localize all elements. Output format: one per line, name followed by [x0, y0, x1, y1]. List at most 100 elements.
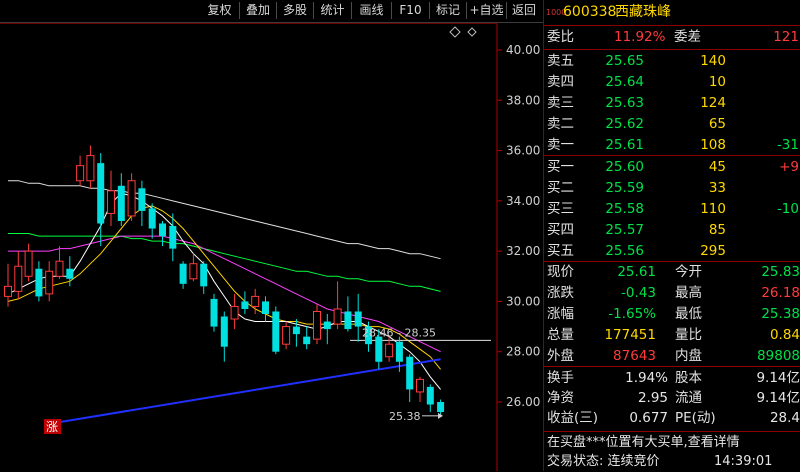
stat-value: 0.84 — [769, 327, 800, 343]
overlay-button[interactable]: 叠加 — [240, 2, 277, 19]
y-tick-label: 32.00 — [506, 244, 540, 258]
candle-body-up — [86, 155, 95, 182]
level-volume: 45 — [708, 159, 726, 175]
candle-body-up — [282, 326, 291, 345]
back-button[interactable]: 返回 — [507, 2, 541, 19]
candle-body-down — [375, 336, 383, 362]
level-price: 25.61 — [605, 137, 644, 153]
ma30-line — [8, 233, 441, 292]
stat-label: 外盘 — [547, 348, 574, 364]
level-volume: 124 — [700, 95, 726, 111]
notice-row[interactable]: 在买盘***位置有大买单,查看详情 — [544, 432, 800, 453]
stat-value: 25.83 — [761, 264, 800, 280]
candle-body-up — [230, 305, 239, 320]
candle-body-down — [426, 386, 434, 405]
level-change — [749, 241, 799, 262]
stat-label: 涨幅 — [547, 306, 574, 322]
divider — [544, 366, 800, 367]
kline-chart-svg[interactable]: 40.00 38.00 36.00 34.00 32.00 30.00 28.00 26.00… — [0, 23, 543, 471]
restore-rights-button[interactable]: 复权 — [200, 2, 240, 19]
level-change — [749, 114, 799, 135]
level-change — [749, 93, 799, 114]
candle-body-up — [76, 165, 85, 182]
candle-body-up — [4, 285, 12, 297]
chart-toolbar: 复权 叠加 多股 统计 画线 F10 标记 +自选 返回 — [0, 0, 543, 23]
level-change — [749, 72, 799, 93]
kline-chart[interactable]: 40.00 38.00 36.00 34.00 32.00 30.00 28.00 26.00… — [0, 23, 543, 471]
fund-label: PE(动) — [675, 410, 716, 426]
y-tick-label: 34.00 — [506, 194, 540, 208]
candle-body-up — [313, 310, 321, 340]
level-label: 买五 — [547, 243, 574, 259]
sell-level-row: 卖一 25.61 108 -31 — [544, 135, 800, 156]
level-label: 买三 — [547, 201, 574, 217]
level-label: 买一 — [547, 159, 574, 175]
statistics-button[interactable]: 统计 — [314, 2, 352, 19]
stat-value: 25.61 — [617, 264, 656, 280]
stat-label: 现价 — [547, 264, 574, 280]
candle-body-down — [406, 356, 414, 390]
y-tick-label: 30.00 — [506, 294, 540, 308]
fund-label: 股本 — [675, 370, 702, 386]
f10-button[interactable]: F10 — [392, 2, 430, 19]
big-order-notice[interactable]: 在买盘***位置有大买单,查看详情 — [547, 432, 740, 453]
candle-body-down — [97, 163, 105, 224]
stat-value: 26.18 — [761, 285, 800, 301]
y-tick-label: 26.00 — [506, 395, 540, 409]
candle-body-down — [323, 321, 331, 330]
candle-body-up — [416, 378, 424, 393]
candle-body-down — [117, 185, 125, 221]
candle-body-up — [24, 250, 33, 277]
level-label: 买二 — [547, 180, 574, 196]
weicha-value: 121 — [773, 29, 799, 45]
stat-label: 最高 — [675, 285, 702, 301]
stat-label: 涨跌 — [547, 285, 574, 301]
trade-status: 交易状态: 连续竞价 — [547, 454, 660, 469]
stock-code: 600338 — [563, 4, 617, 20]
candle-body-down — [354, 311, 362, 327]
level-change — [749, 178, 799, 199]
status-row: 交易状态: 连续竞价 14:39:01 — [544, 451, 800, 472]
candle-body-down — [272, 311, 280, 352]
low-price-label: 25.38 — [389, 410, 421, 423]
fund-value: 2.95 — [637, 390, 668, 406]
candle-body-down — [210, 298, 218, 327]
y-tick-label: 38.00 — [506, 93, 540, 107]
status-time: 14:39:01 — [714, 454, 773, 469]
trend-line — [59, 358, 441, 424]
candle-body-down — [292, 326, 300, 335]
stat-label: 最低 — [675, 306, 702, 322]
weibi-value: 11.92% — [614, 29, 666, 45]
fund-value: 9.14亿 — [756, 390, 800, 406]
level-price: 25.56 — [605, 243, 644, 259]
sell-level-row: 卖三 25.63 124 — [544, 93, 800, 114]
candle-body-down — [437, 402, 445, 413]
y-tick-label: 28.00 — [506, 345, 540, 359]
stock-name: 西藏珠峰 — [615, 4, 671, 20]
level-change: -10 — [776, 201, 799, 217]
candle-body-up — [14, 265, 23, 292]
candle-body-down — [344, 311, 352, 330]
candle-body-down — [395, 341, 403, 362]
level-label: 卖二 — [547, 116, 574, 132]
candle-body-down — [200, 263, 208, 287]
quote-panel: 1000 600338 西藏珠峰 委比 11.92% 委差 121 卖五 25.6… — [543, 0, 800, 471]
fund-row: 换手 1.94% 股本 9.14亿 — [544, 368, 800, 389]
y-tick-label: 36.00 — [506, 144, 540, 158]
sell-level-row: 卖二 25.62 65 — [544, 114, 800, 135]
diamond-icon — [449, 26, 461, 38]
stat-row: 外盘 87643 内盘 89808 — [544, 346, 800, 367]
level-price: 25.65 — [605, 53, 644, 69]
level-volume: 65 — [708, 116, 726, 132]
mark-button[interactable]: 标记 — [430, 2, 467, 19]
draw-line-button[interactable]: 画线 — [352, 2, 392, 19]
multi-stock-button[interactable]: 多股 — [277, 2, 314, 19]
buy-level-row: 买三 25.58 110 -10 — [544, 199, 800, 220]
add-favorite-button[interactable]: +自选 — [467, 2, 507, 19]
stat-label: 今开 — [675, 264, 702, 280]
fund-label: 净资 — [547, 390, 574, 406]
fund-value: 1.94% — [625, 370, 668, 386]
zhang-badge[interactable]: 涨 — [46, 419, 58, 434]
level-label: 买四 — [547, 222, 574, 238]
sell-level-row: 卖五 25.65 140 — [544, 51, 800, 72]
